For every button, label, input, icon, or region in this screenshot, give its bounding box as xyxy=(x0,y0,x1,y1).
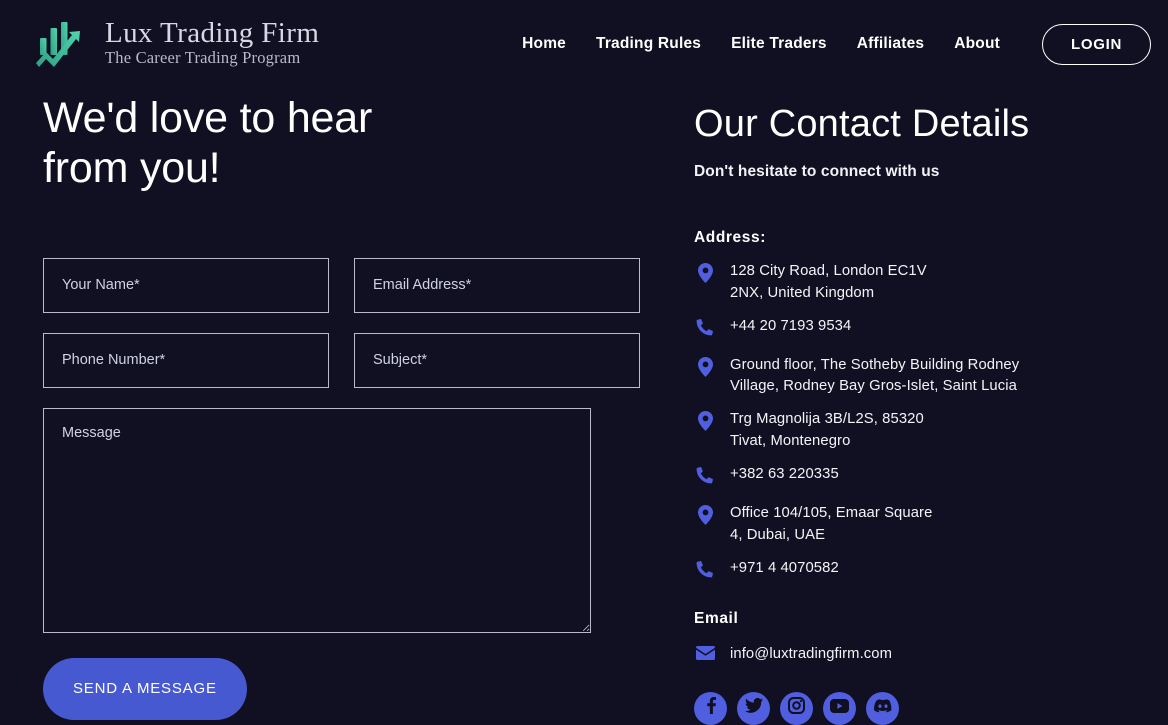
list-item-text: info@luxtradingfirm.com xyxy=(730,645,893,662)
instagram-icon xyxy=(788,697,805,719)
nav-link-affiliates[interactable]: Affiliates xyxy=(842,27,939,61)
discord-icon xyxy=(873,699,892,718)
phone-icon xyxy=(694,558,716,578)
email-list: info@luxtradingfirm.com xyxy=(694,644,1148,672)
location-pin-icon xyxy=(694,409,716,432)
nav-link-elite-traders[interactable]: Elite Traders xyxy=(716,27,842,61)
phone-icon xyxy=(694,316,716,336)
main-navigation: Home Trading Rules Elite Traders Affilia… xyxy=(507,23,1151,65)
contact-details-subtitle: Don't hesitate to connect with us xyxy=(694,162,940,180)
list-item[interactable]: +44 20 7193 9534 xyxy=(694,316,1148,344)
contact-form: SEND A MESSAGE xyxy=(43,257,640,720)
page-body: We'd love to hear from you! SEND A MESSA… xyxy=(0,88,1168,725)
facebook-icon xyxy=(702,697,719,719)
list-item[interactable]: 128 City Road, London EC1V 2NX, United K… xyxy=(694,261,1148,305)
list-item[interactable]: info@luxtradingfirm.com xyxy=(694,644,1148,672)
contact-details-column: Our Contact Details Don't hesitate to co… xyxy=(640,88,1168,725)
envelope-icon xyxy=(694,644,716,660)
nav-link-about[interactable]: About xyxy=(939,27,1015,61)
brand-title: Lux Trading Firm xyxy=(105,17,320,50)
email-section-label: Email xyxy=(694,609,739,627)
email-input[interactable] xyxy=(354,257,640,313)
social-link-twitter[interactable] xyxy=(737,691,770,725)
list-item-text: +44 20 7193 9534 xyxy=(730,317,852,334)
list-item-text: Office 104/105, Emaar Square 4, Dubai, U… xyxy=(730,505,933,544)
brand-subtitle: The Career Trading Program xyxy=(105,47,301,67)
site-header: Lux Trading Firm The Career Trading Prog… xyxy=(0,0,1168,88)
bar-chart-arrow-logo-icon xyxy=(28,16,92,72)
page-title: We'd love to hear from you! xyxy=(43,94,373,192)
phone-input[interactable] xyxy=(43,332,329,388)
login-button[interactable]: LOGIN xyxy=(1042,23,1151,65)
social-link-instagram[interactable] xyxy=(780,691,813,725)
list-item-text: Ground floor, The Sotheby Building Rodne… xyxy=(730,356,1020,395)
list-item-text: +382 63 220335 xyxy=(730,466,839,483)
list-item[interactable]: +382 63 220335 xyxy=(694,464,1148,492)
list-item[interactable]: +971 4 4070582 xyxy=(694,558,1148,586)
youtube-icon xyxy=(830,698,849,718)
address-list: 128 City Road, London EC1V 2NX, United K… xyxy=(694,261,1148,586)
contact-details-title: Our Contact Details xyxy=(694,103,1030,145)
list-item-text: 128 City Road, London EC1V 2NX, United K… xyxy=(730,262,927,301)
list-item[interactable]: Office 104/105, Emaar Square 4, Dubai, U… xyxy=(694,503,1148,547)
send-message-button[interactable]: SEND A MESSAGE xyxy=(43,657,247,720)
location-pin-icon xyxy=(694,503,716,526)
contact-form-column: We'd love to hear from you! SEND A MESSA… xyxy=(0,88,640,725)
twitter-icon xyxy=(744,698,763,718)
phone-icon xyxy=(694,464,716,484)
list-item-text: Trg Magnolija 3B/L2S, 85320 Tivat, Monte… xyxy=(730,411,924,450)
social-link-youtube[interactable] xyxy=(823,691,856,725)
social-links xyxy=(694,691,1148,725)
social-link-discord[interactable] xyxy=(866,691,899,725)
name-input[interactable] xyxy=(43,257,329,313)
form-row-2 xyxy=(43,332,640,388)
location-pin-icon xyxy=(694,355,716,377)
address-section-label: Address: xyxy=(694,228,766,246)
social-link-facebook[interactable] xyxy=(694,691,727,725)
subject-input[interactable] xyxy=(354,332,640,388)
list-item[interactable]: Ground floor, The Sotheby Building Rodne… xyxy=(694,355,1148,399)
form-row-1 xyxy=(43,257,640,313)
location-pin-icon xyxy=(694,261,716,283)
message-textarea[interactable] xyxy=(43,407,591,633)
brand-logo[interactable]: Lux Trading Firm The Career Trading Prog… xyxy=(28,16,319,72)
list-item[interactable]: Trg Magnolija 3B/L2S, 85320 Tivat, Monte… xyxy=(694,409,1148,453)
brand-text: Lux Trading Firm The Career Trading Prog… xyxy=(105,18,319,69)
list-item-text: +971 4 4070582 xyxy=(730,559,839,576)
nav-link-home[interactable]: Home xyxy=(507,27,581,61)
nav-link-trading-rules[interactable]: Trading Rules xyxy=(581,27,716,61)
